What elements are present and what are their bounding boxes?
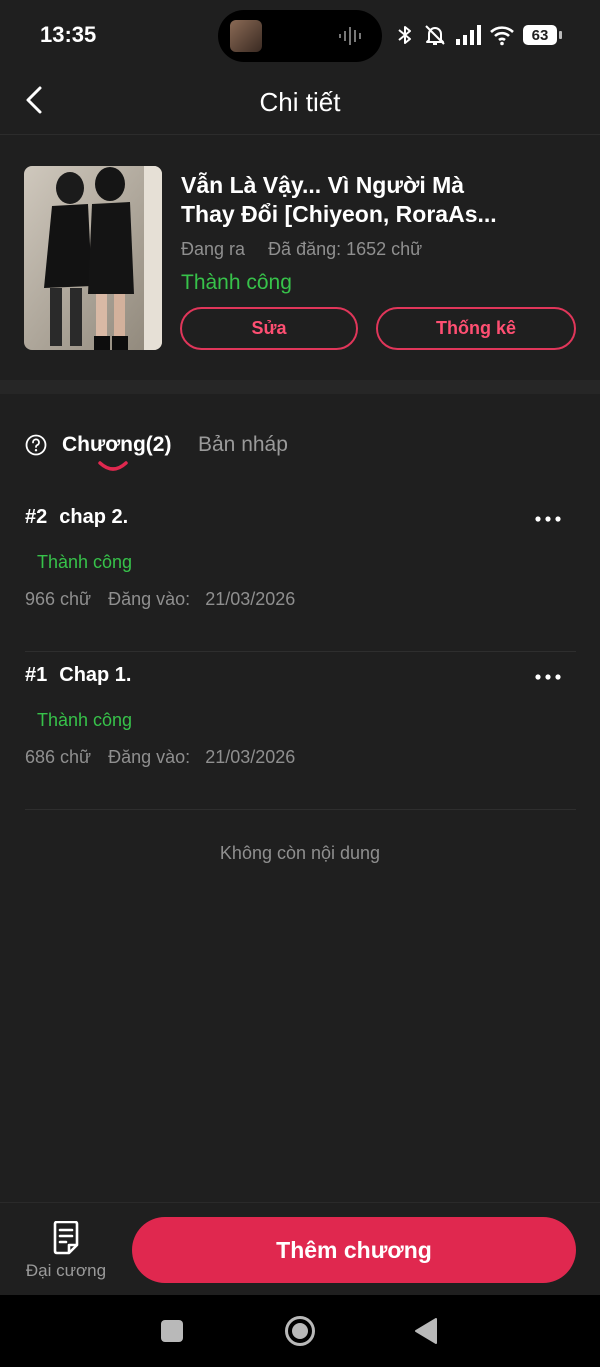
signal-icon xyxy=(456,25,481,45)
chapter-meta: 686 chữ Đăng vào: 21/03/2026 xyxy=(25,747,295,768)
more-options-icon[interactable] xyxy=(534,672,562,682)
app-header: Chi tiết xyxy=(0,70,600,135)
battery-cap xyxy=(559,31,562,39)
chapter-date: 21/03/2026 xyxy=(205,747,296,767)
bottom-action-bar: Đại cương Thêm chương xyxy=(0,1202,600,1295)
chapter-status: Thành công xyxy=(37,710,133,730)
help-icon[interactable] xyxy=(25,434,47,456)
story-card: Vẫn Là Vậy... Vì Người Mà Thay Đổi [Chiy… xyxy=(0,135,600,380)
chapter-date: 21/03/2026 xyxy=(205,589,296,609)
nav-back-icon[interactable] xyxy=(414,1317,438,1345)
story-state: Đang ra xyxy=(181,239,246,259)
audio-wave-icon xyxy=(339,27,361,45)
stats-button[interactable]: Thống kê xyxy=(376,307,576,350)
chapter-tabs: Chương(2) Bản nháp xyxy=(0,394,600,484)
bell-muted-icon xyxy=(425,25,445,45)
media-thumbnail xyxy=(230,20,262,52)
chapter-status: Thành công xyxy=(37,552,133,572)
story-word-count: Đã đăng: 1652 chữ xyxy=(268,239,423,259)
chapter-posted-label: Đăng vào: xyxy=(108,747,191,767)
chapter-item[interactable]: #1 Chap 1. Thành công 686 chữ Đăng vào: 2… xyxy=(0,652,600,810)
outline-label: Đại cương xyxy=(25,1261,107,1280)
story-cover-image[interactable] xyxy=(24,166,162,350)
chapter-divider xyxy=(25,809,576,810)
bluetooth-icon xyxy=(398,26,411,44)
chapter-word-count: 966 chữ xyxy=(25,589,92,609)
story-status: Thành công xyxy=(181,271,292,294)
page-title: Chi tiết xyxy=(259,87,341,117)
story-meta: Đang ra Đã đăng: 1652 chữ xyxy=(181,239,422,260)
system-navigation-bar xyxy=(0,1295,600,1367)
wifi-icon xyxy=(490,26,514,46)
status-time: 13:35 xyxy=(40,22,97,47)
recent-apps-icon[interactable] xyxy=(161,1320,183,1342)
chapter-posted-label: Đăng vào: xyxy=(108,589,191,609)
section-divider xyxy=(0,380,600,394)
chapter-item[interactable]: #2 chap 2. Thành công 966 chữ Đăng vào: 2… xyxy=(0,494,600,652)
active-tab-indicator xyxy=(98,461,128,471)
status-bar: 13:35 63 xyxy=(0,0,600,70)
battery-icon: 63 xyxy=(523,25,557,45)
chapter-name: chap 2. xyxy=(59,506,129,528)
story-title-line-2: Thay Đổi [Chiyeon, RoraAs... xyxy=(181,201,497,227)
dynamic-island[interactable] xyxy=(218,10,382,62)
tab-drafts[interactable]: Bản nháp xyxy=(198,433,288,457)
document-icon xyxy=(53,1221,79,1255)
edit-button[interactable]: Sửa xyxy=(180,307,358,350)
story-title: Vẫn Là Vậy... Vì Người Mà Thay Đổi [Chiy… xyxy=(181,171,521,229)
add-chapter-button[interactable]: Thêm chương xyxy=(132,1217,576,1283)
status-icons: 63 xyxy=(395,22,562,48)
chapter-word-count: 686 chữ xyxy=(25,747,92,767)
story-title-line-1: Vẫn Là Vậy... Vì Người Mà xyxy=(181,172,465,198)
chapter-meta: 966 chữ Đăng vào: 21/03/2026 xyxy=(25,589,295,610)
chapter-title: #2 chap 2. xyxy=(25,506,128,529)
home-icon[interactable] xyxy=(284,1315,316,1347)
chapter-name: Chap 1. xyxy=(59,664,132,686)
chapter-title: #1 Chap 1. xyxy=(25,664,132,687)
tab-chapters[interactable]: Chương(2) xyxy=(62,433,171,457)
chapter-number: #1 xyxy=(25,664,48,686)
chapter-number: #2 xyxy=(25,506,48,528)
more-options-icon[interactable] xyxy=(534,514,562,524)
end-of-list-message: Không còn nội dung xyxy=(219,843,381,863)
outline-button[interactable]: Đại cương xyxy=(16,1219,116,1289)
